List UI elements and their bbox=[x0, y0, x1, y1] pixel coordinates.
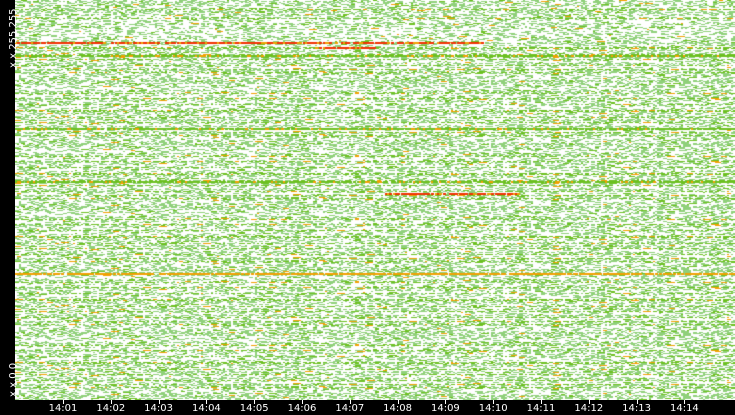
x-tick-label: 14:05 bbox=[239, 403, 269, 414]
x-tick-label: 14:02 bbox=[96, 403, 126, 414]
heatmap-plot-area bbox=[15, 0, 735, 400]
heatmap-chart: x.x.255.255 x.x.0.0 14:01 14:02 14:03 14:04… bbox=[0, 0, 735, 415]
x-tick-label: 14:12 bbox=[574, 403, 604, 414]
x-tick-label: 14:14 bbox=[669, 403, 699, 414]
x-tick-label: 14:10 bbox=[478, 403, 508, 414]
x-tick-label: 14:07 bbox=[335, 403, 365, 414]
x-tick-label: 14:01 bbox=[48, 403, 78, 414]
x-tick-label: 14:09 bbox=[430, 403, 460, 414]
x-tick-label: 14:11 bbox=[526, 403, 556, 414]
x-axis: 14:01 14:02 14:03 14:04 14:05 14:06 14:07 14:08… bbox=[0, 400, 735, 415]
x-tick-label: 14:04 bbox=[191, 403, 221, 414]
x-tick-label: 14:08 bbox=[383, 403, 413, 414]
x-tick-label: 14:03 bbox=[144, 403, 174, 414]
y-label-bottom: x.x.0.0 bbox=[8, 362, 19, 397]
y-axis: x.x.255.255 x.x.0.0 bbox=[0, 0, 19, 400]
x-tick-label: 14:06 bbox=[287, 403, 317, 414]
x-tick-label: 14:13 bbox=[622, 403, 652, 414]
y-label-top: x.x.255.255 bbox=[8, 8, 19, 68]
